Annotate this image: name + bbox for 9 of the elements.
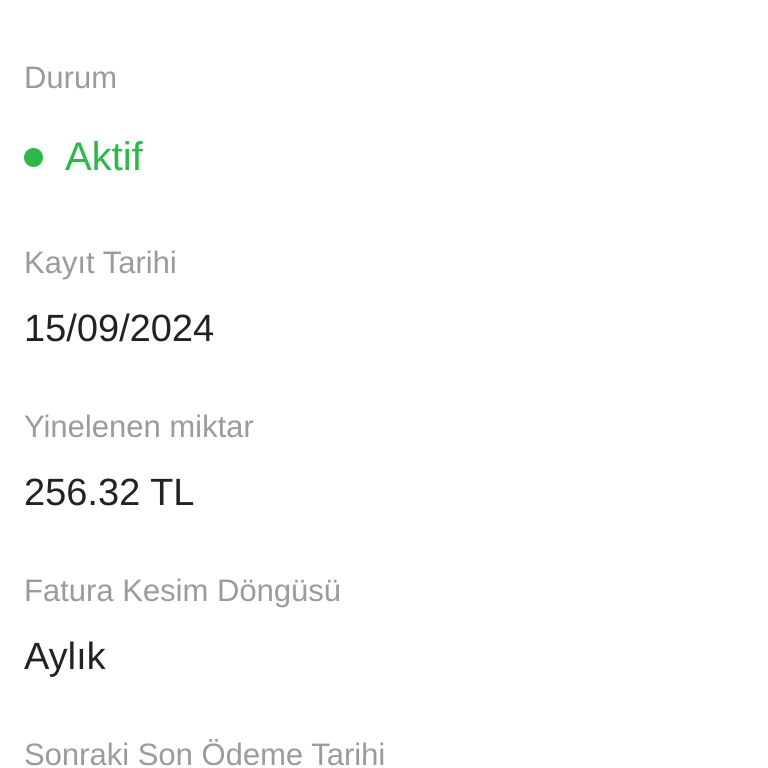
field-label: Kayıt Tarihi	[24, 244, 178, 282]
field-value: 256.32 TL	[24, 471, 196, 516]
field-value: Aylık	[24, 635, 107, 680]
field-label: Durum	[24, 59, 118, 97]
field-value: 15/09/2024	[24, 307, 216, 352]
status-value: Aktif	[65, 134, 143, 181]
field-label: Yinelenen miktar	[24, 408, 255, 446]
field-label: Fatura Kesim Döngüsü	[24, 572, 342, 610]
field-label: Sonraki Son Ödeme Tarihi	[24, 736, 386, 768]
